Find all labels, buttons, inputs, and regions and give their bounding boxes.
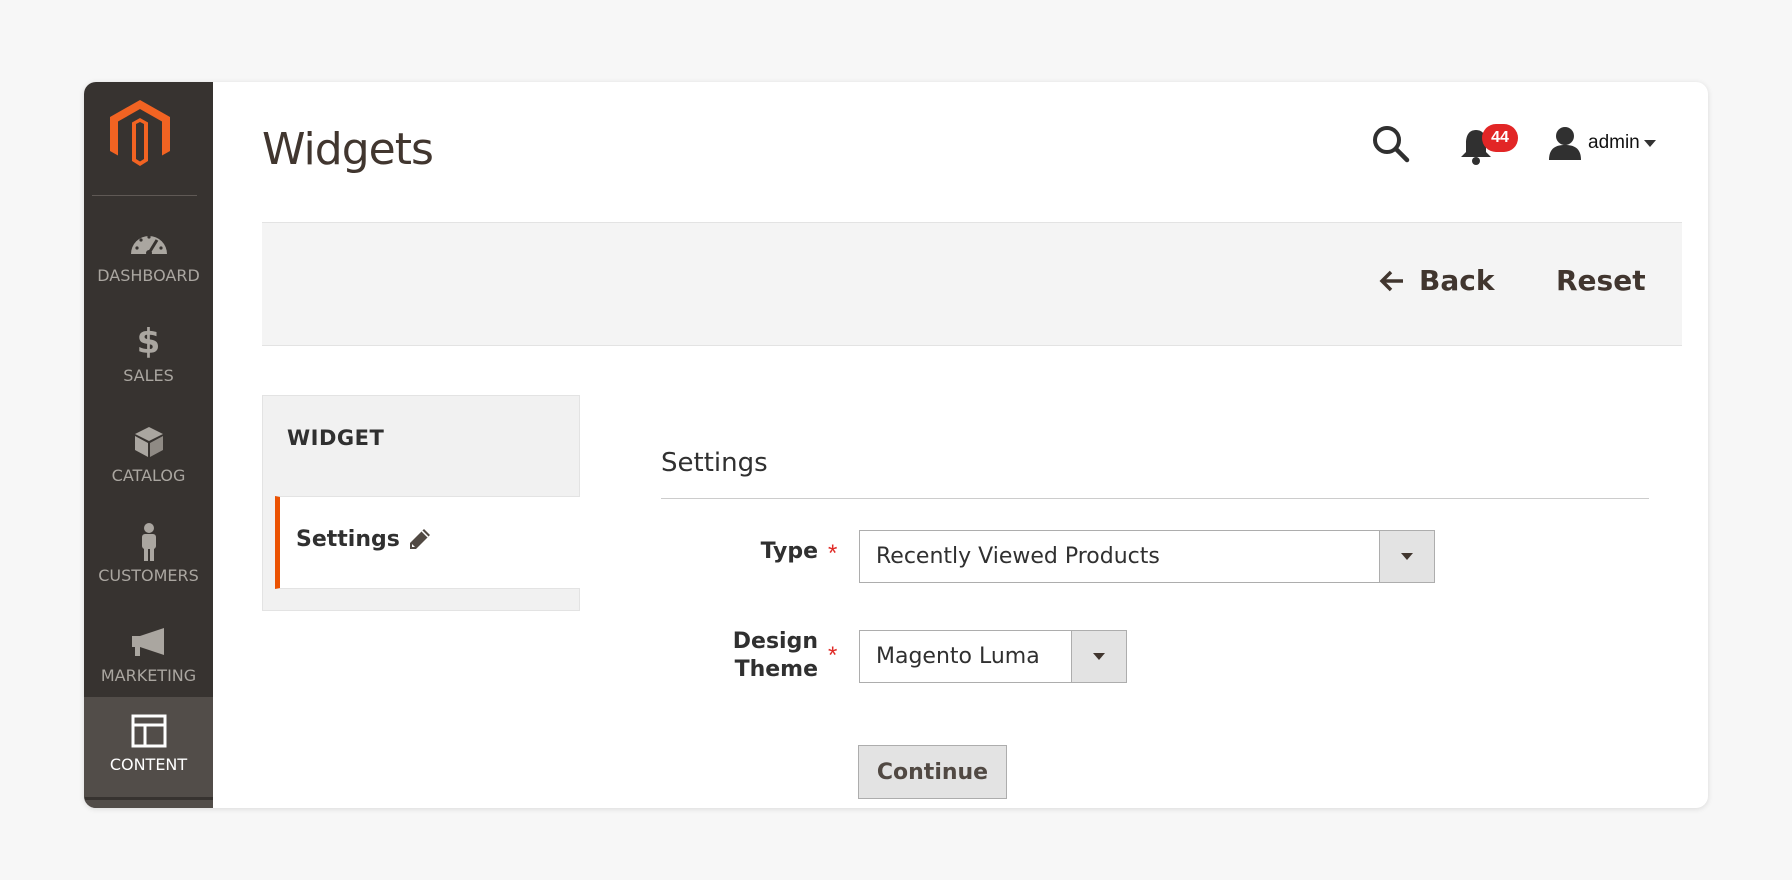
widget-tabs-panel: WIDGET Settings bbox=[262, 395, 580, 611]
required-marker: * bbox=[828, 540, 838, 567]
design-theme-label-line2: Theme bbox=[734, 657, 818, 682]
chevron-down-icon[interactable] bbox=[1644, 140, 1656, 147]
select-toggle[interactable] bbox=[1071, 631, 1126, 682]
sidebar-item-catalog[interactable]: CATALOG bbox=[84, 402, 213, 502]
design-theme-label: Design Theme bbox=[704, 628, 818, 684]
back-button[interactable]: Back bbox=[1379, 264, 1494, 297]
dollar-icon: $ bbox=[136, 322, 161, 362]
pencil-icon bbox=[410, 529, 430, 549]
type-label: Type bbox=[760, 539, 818, 564]
type-select-value: Recently Viewed Products bbox=[876, 544, 1160, 569]
person-icon bbox=[84, 523, 213, 561]
app-window: DASHBOARD $ SALES CATALOG CUSTOMERS MARK… bbox=[84, 82, 1708, 808]
back-button-label: Back bbox=[1419, 264, 1495, 297]
arrow-left-icon bbox=[1379, 270, 1403, 291]
user-icon[interactable] bbox=[1548, 126, 1582, 160]
design-theme-select[interactable]: Magento Luma bbox=[859, 630, 1127, 683]
sidebar-item-customers[interactable]: CUSTOMERS bbox=[84, 502, 213, 602]
sidebar-item-label: CONTENT bbox=[109, 755, 188, 774]
select-toggle[interactable] bbox=[1379, 531, 1434, 582]
layout-icon bbox=[84, 713, 213, 749]
dashboard-icon bbox=[84, 224, 213, 260]
sidebar-item-label: MARKETING bbox=[100, 666, 197, 685]
sidebar-item-content[interactable]: CONTENT bbox=[84, 697, 213, 797]
tab-label: Settings bbox=[296, 527, 400, 552]
user-menu-name[interactable]: admin bbox=[1588, 132, 1640, 154]
sidebar-divider bbox=[92, 195, 197, 196]
megaphone-icon bbox=[84, 624, 213, 660]
section-title: Settings bbox=[661, 448, 768, 478]
admin-sidebar: DASHBOARD $ SALES CATALOG CUSTOMERS MARK… bbox=[84, 82, 213, 808]
sidebar-item-label: CUSTOMERS bbox=[98, 566, 199, 585]
chevron-down-icon bbox=[1401, 553, 1413, 560]
box-icon bbox=[84, 424, 213, 460]
sidebar-item-marketing[interactable]: MARKETING bbox=[84, 602, 213, 702]
search-icon[interactable] bbox=[1371, 124, 1411, 164]
continue-button[interactable]: Continue bbox=[858, 745, 1007, 799]
sidebar-item-sales[interactable]: $ SALES bbox=[84, 302, 213, 402]
sidebar-item-dashboard[interactable]: DASHBOARD bbox=[84, 202, 213, 302]
tabs-title: WIDGET bbox=[287, 426, 385, 450]
reset-button[interactable]: Reset bbox=[1556, 264, 1646, 297]
page-title: Widgets bbox=[262, 124, 434, 175]
notifications-badge[interactable]: 44 bbox=[1482, 124, 1518, 152]
sidebar-item-label: CATALOG bbox=[111, 466, 186, 485]
section-divider bbox=[661, 498, 1649, 499]
design-theme-label-line1: Design bbox=[732, 629, 818, 654]
sidebar-footer bbox=[84, 800, 213, 808]
type-select[interactable]: Recently Viewed Products bbox=[859, 530, 1435, 583]
magento-logo[interactable] bbox=[110, 100, 170, 168]
sidebar-item-label: DASHBOARD bbox=[97, 266, 200, 285]
tab-settings[interactable]: Settings bbox=[275, 496, 580, 589]
sidebar-item-label: SALES bbox=[123, 366, 174, 385]
design-theme-select-value: Magento Luma bbox=[876, 644, 1040, 669]
required-marker: * bbox=[828, 642, 838, 669]
chevron-down-icon bbox=[1093, 653, 1105, 660]
